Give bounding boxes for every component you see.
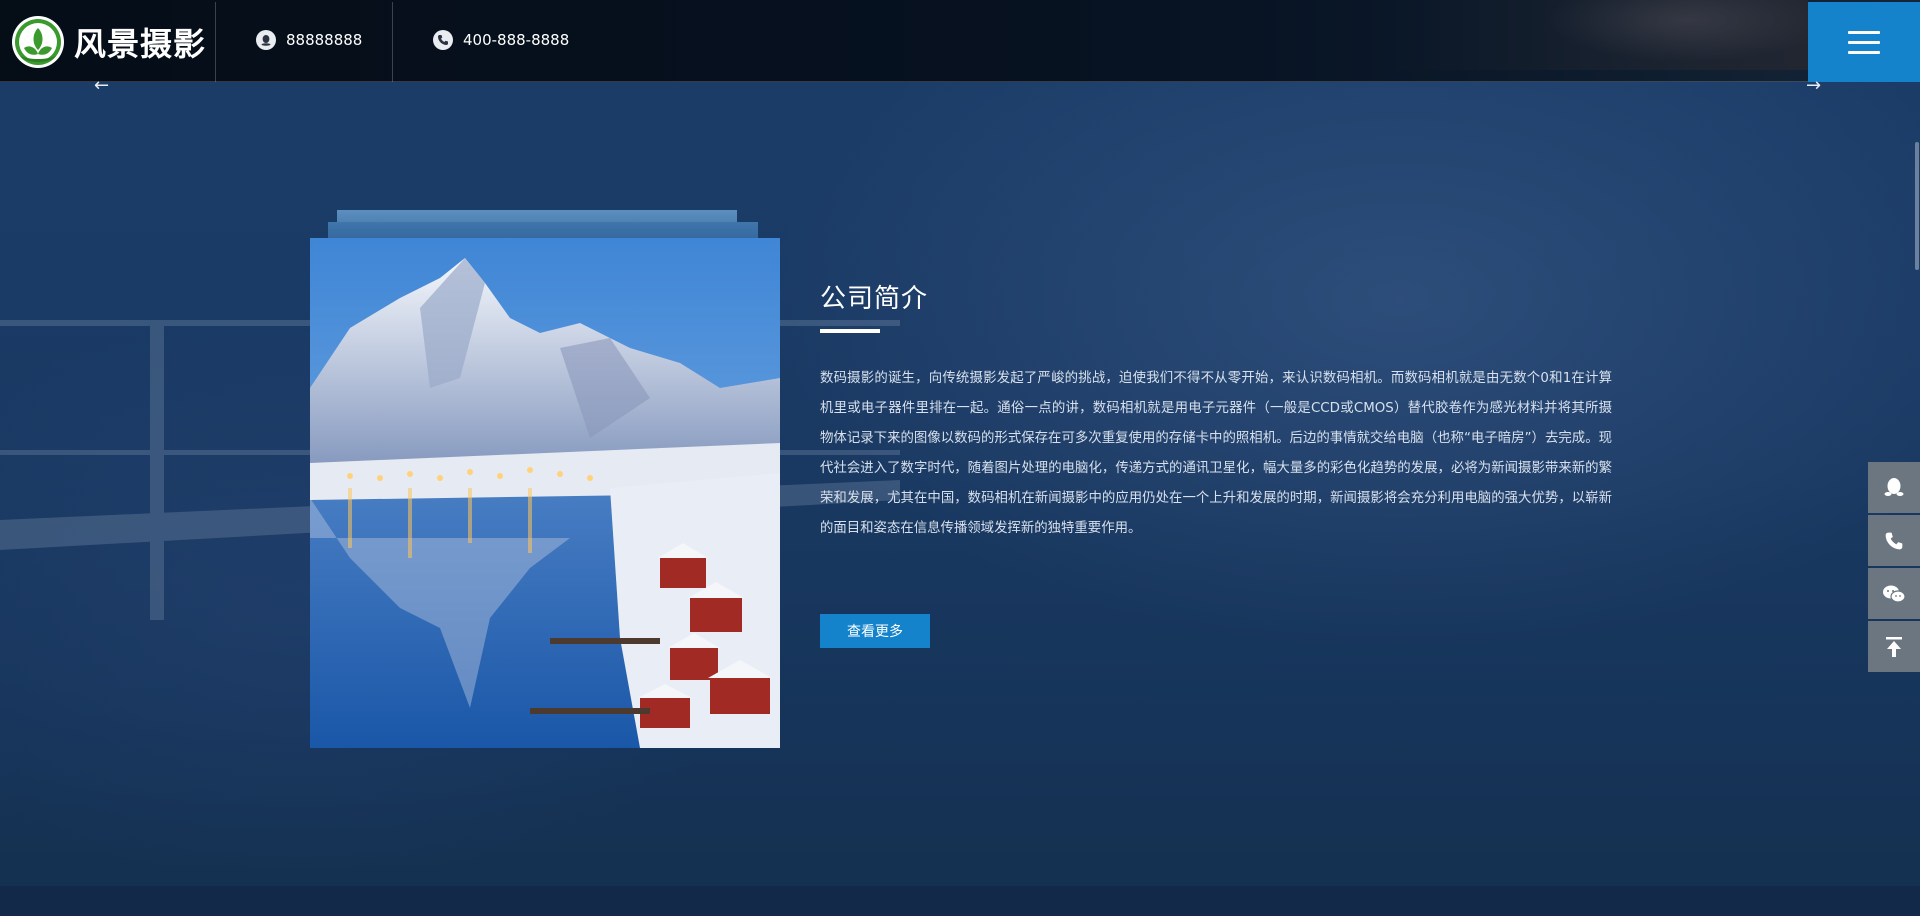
- phone-icon: [433, 30, 453, 50]
- title-underline: [820, 329, 880, 333]
- header-divider: [392, 2, 393, 82]
- about-title: 公司简介: [820, 284, 929, 314]
- wechat-icon: [1883, 585, 1906, 603]
- back-to-top-icon: [1886, 636, 1902, 657]
- hamburger-icon-line: [1848, 40, 1880, 44]
- page: 风景摄影 88888888 400-888-8888 ← → 公司简介 数码摄影…: [0, 0, 1920, 916]
- menu-button[interactable]: [1808, 2, 1920, 82]
- about-photo: [310, 238, 780, 748]
- logo-emblem-icon: [12, 16, 64, 68]
- header-background-photo: [1388, 0, 1808, 70]
- header-phone[interactable]: 400-888-8888: [433, 30, 569, 50]
- footer-band: [0, 886, 1920, 916]
- phone-number: 400-888-8888: [463, 31, 570, 49]
- side-phone-button[interactable]: [1868, 515, 1920, 566]
- site-logo[interactable]: 风景摄影: [10, 13, 206, 71]
- carousel-prev-arrow[interactable]: ←: [94, 74, 109, 98]
- about-body-text: 数码摄影的诞生，向传统摄影发起了严峻的挑战，迫使我们不得不从零开始，来认识数码相…: [820, 371, 1612, 536]
- site-header: 风景摄影 88888888 400-888-8888: [0, 0, 1920, 82]
- scrollbar-thumb[interactable]: [1915, 142, 1919, 270]
- qq-icon: [1884, 477, 1904, 496]
- side-wechat-button[interactable]: [1868, 568, 1920, 619]
- qq-number: 88888888: [286, 31, 363, 49]
- logo-text: 风景摄影: [74, 25, 207, 63]
- hamburger-icon-line: [1848, 30, 1880, 34]
- landscape-photo-image: [310, 238, 780, 748]
- carousel-next-arrow[interactable]: →: [1806, 74, 1821, 98]
- side-qq-button[interactable]: [1868, 462, 1920, 513]
- phone-icon: [1885, 532, 1903, 549]
- hamburger-icon-line: [1848, 50, 1880, 54]
- qq-icon: [256, 30, 276, 50]
- view-more-button[interactable]: 查看更多: [820, 614, 930, 648]
- header-qq[interactable]: 88888888: [256, 30, 362, 50]
- side-toolbar: [1868, 462, 1920, 672]
- side-back-to-top-button[interactable]: [1868, 621, 1920, 672]
- header-divider: [215, 2, 216, 82]
